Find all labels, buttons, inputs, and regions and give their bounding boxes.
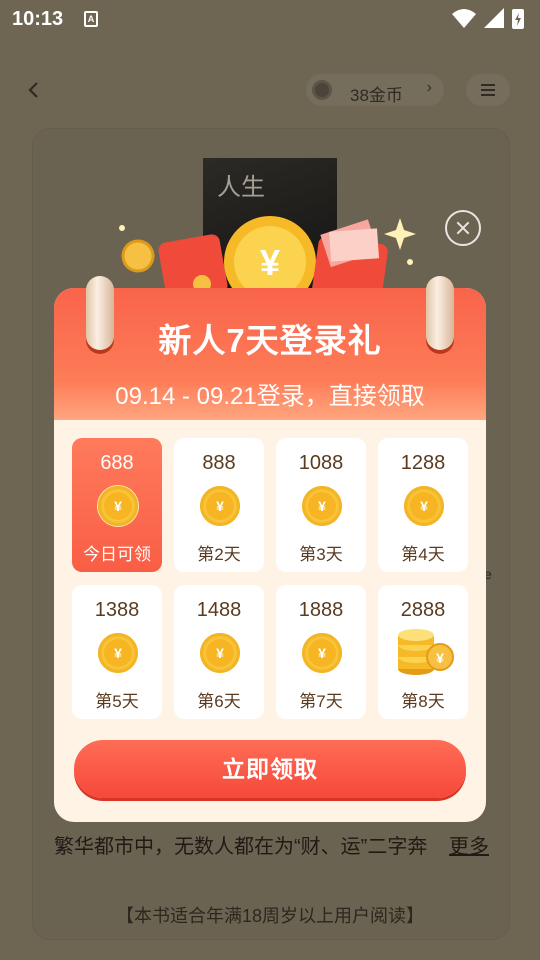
signal-icon [484, 8, 504, 28]
day-label: 今日可领 [83, 545, 151, 564]
day-card-1[interactable]: 688 ¥ 今日可领 [72, 438, 162, 572]
small-coin-icon [121, 239, 155, 273]
day-card-5[interactable]: 1388 ¥ 第5天 [72, 585, 162, 719]
day-label: 第7天 [299, 692, 343, 711]
claim-now-button[interactable]: 立即领取 [74, 740, 466, 798]
reader-top-bar: 38金币 › [0, 72, 540, 108]
day-card-2[interactable]: 888 ¥ 第2天 [174, 438, 264, 572]
day-card-3[interactable]: 1088 ¥ 第3天 [276, 438, 366, 572]
day-label: 第2天 [197, 545, 241, 564]
day-card-8[interactable]: 2888 ¥ 第8天 [378, 585, 468, 719]
day-label: 第4天 [401, 545, 445, 564]
wifi-icon [452, 9, 476, 28]
coin-icon: ¥ [200, 633, 240, 673]
day-card-6[interactable]: 1488 ¥ 第6天 [174, 585, 264, 719]
more-link[interactable]: 更多 [449, 830, 489, 859]
coin-icon: ¥ [302, 633, 342, 673]
day-amount: 1388 [94, 599, 140, 621]
day-label: 第6天 [197, 692, 241, 711]
day-amount: 888 [202, 452, 236, 474]
coin-balance-label: 38金币 [350, 86, 403, 105]
coin-icon: ¥ [404, 486, 444, 526]
status-time: 10:13 [12, 8, 64, 30]
chevron-right-icon: › [426, 79, 432, 96]
popup-header: 新人7天登录礼 09.14 - 09.21登录，直接领取 [54, 288, 486, 420]
popup-subtitle: 09.14 - 09.21登录，直接领取 [115, 383, 425, 410]
day-amount: 688 [100, 452, 134, 474]
login-reward-popup: 新人7天登录礼 09.14 - 09.21登录，直接领取 688 ¥ 今日可领 … [54, 288, 486, 822]
yuan-symbol: ¥ [206, 639, 234, 667]
day-amount: 1288 [400, 452, 446, 474]
back-arrow-icon[interactable] [22, 78, 46, 102]
day-label: 第3天 [299, 545, 343, 564]
binder-ring-right [426, 276, 454, 350]
yuan-symbol: ¥ [308, 492, 336, 520]
yuan-symbol: ¥ [104, 639, 132, 667]
day-label: 第8天 [401, 692, 445, 711]
coin-balance-button[interactable]: 38金币 › [306, 74, 444, 106]
svg-text:¥: ¥ [260, 242, 280, 283]
yuan-symbol: ¥ [410, 492, 438, 520]
day-amount: 1888 [298, 599, 344, 621]
book-cover-title: 人生 [217, 173, 265, 201]
day-card-4[interactable]: 1288 ¥ 第4天 [378, 438, 468, 572]
a-notification-icon: A [84, 11, 98, 27]
menu-button[interactable] [466, 74, 510, 106]
coin-icon: ¥ [98, 633, 138, 673]
day-amount: 1488 [196, 599, 242, 621]
menu-icon [481, 84, 495, 86]
popup-title: 新人7天登录礼 [158, 322, 382, 359]
status-bar: 10:13 A [0, 0, 540, 40]
day-amount: 2888 [400, 599, 446, 621]
day-amount: 1088 [298, 452, 344, 474]
coin-icon [312, 80, 332, 100]
day-label: 第5天 [95, 692, 139, 711]
coin-icon: ¥ [302, 486, 342, 526]
coin-icon: ¥ [98, 486, 138, 526]
binder-ring-left [86, 276, 114, 350]
close-button[interactable] [445, 210, 481, 246]
book-synopsis: 繁华都市中，无数人都在为“财、运”二字奔 [54, 836, 428, 858]
coin-stack-icon: ¥ [398, 629, 454, 675]
age-notice: 【本书适合年满18周岁以上用户阅读】 [115, 906, 425, 926]
yuan-symbol: ¥ [104, 492, 132, 520]
yuan-symbol: ¥ [308, 639, 336, 667]
menu-icon-line [481, 94, 495, 96]
coin-icon: ¥ [200, 486, 240, 526]
status-icons [452, 8, 524, 29]
svg-text:¥: ¥ [436, 650, 444, 666]
yuan-symbol: ¥ [206, 492, 234, 520]
menu-icon-line [481, 89, 495, 91]
day-card-7[interactable]: 1888 ¥ 第7天 [276, 585, 366, 719]
